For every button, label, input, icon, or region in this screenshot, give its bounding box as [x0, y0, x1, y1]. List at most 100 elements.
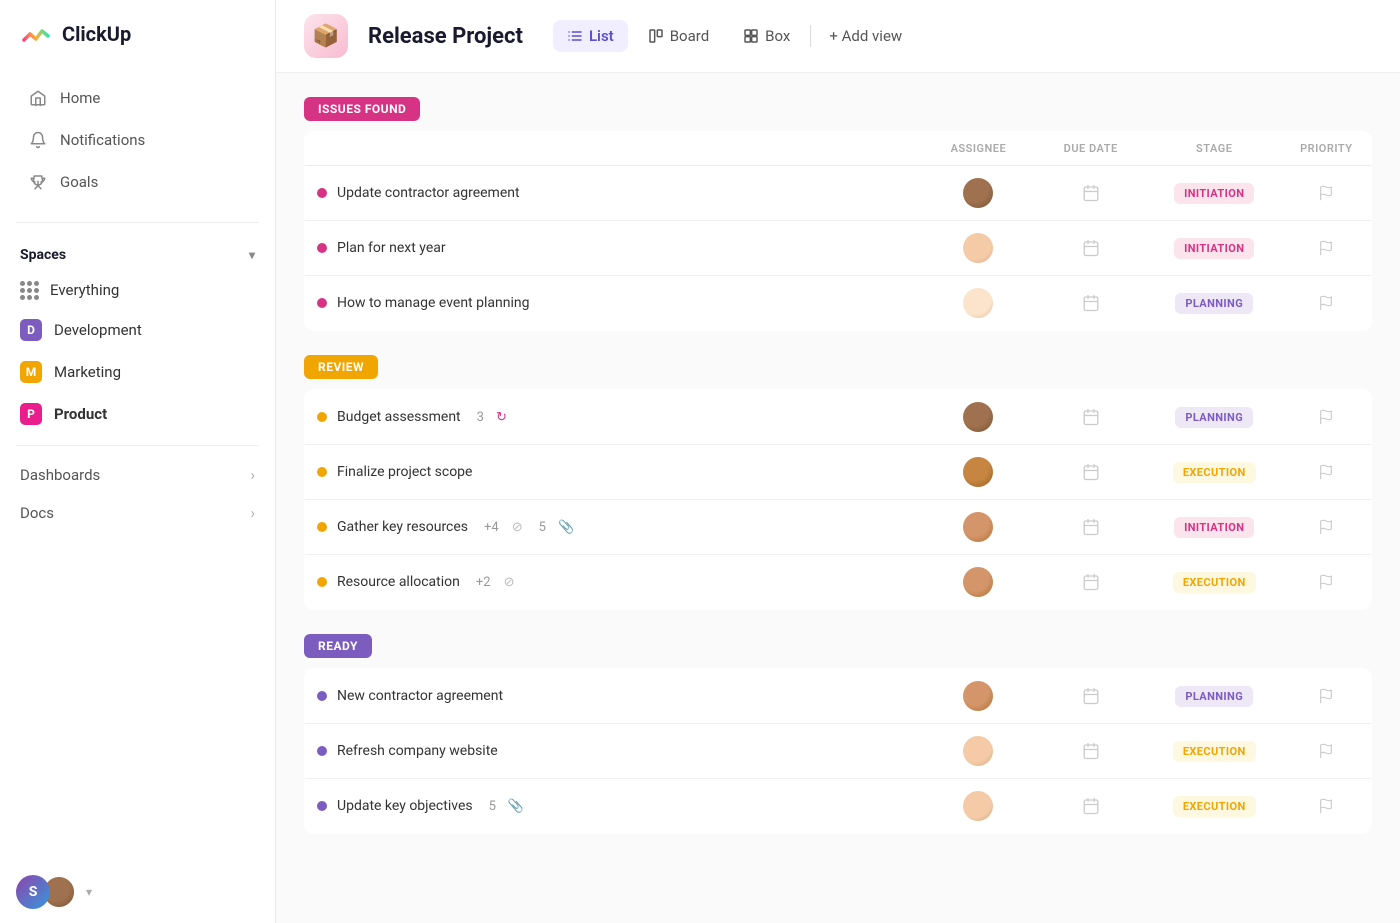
stage-cell: EXECUTION [1159, 572, 1270, 593]
task-extra-badge: +2 [476, 575, 491, 590]
task-attachment-icon2: 📎 [508, 799, 524, 814]
table-row[interactable]: Budget assessment 3 ↻ PLANNING [305, 390, 1372, 445]
task-dot [317, 243, 327, 253]
table-row[interactable]: New contractor agreement PLANNING [305, 669, 1372, 724]
table-row[interactable]: Resource allocation +2 ⊘ EXECUTION [305, 555, 1372, 610]
table-row[interactable]: Update key objectives 5 📎 EXECUTION [305, 779, 1372, 834]
group-ready-badge: READY [304, 634, 372, 658]
sidebar: ClickUp Home Notifications Goals Spaces … [0, 0, 276, 923]
task-dot [317, 467, 327, 477]
sidebar-item-home-label: Home [60, 89, 100, 107]
stage-cell: INITIATION [1159, 238, 1270, 259]
assignee-avatar [963, 681, 993, 711]
sidebar-nav: Home Notifications Goals [0, 68, 275, 212]
stage-cell: PLANNING [1159, 407, 1270, 428]
sidebar-item-notifications-label: Notifications [60, 131, 145, 149]
table-row[interactable]: Refresh company website EXECUTION [305, 724, 1372, 779]
table-row[interactable]: Gather key resources +4 ⊘ 5 📎 INITIATION [305, 500, 1372, 555]
assignee-avatar [963, 402, 993, 432]
flag-icon [1318, 409, 1334, 425]
table-row[interactable]: How to manage event planning PLANNING [305, 276, 1372, 331]
trophy-icon [28, 172, 48, 192]
flag-icon [1318, 519, 1334, 535]
sidebar-item-everything[interactable]: Everything [0, 272, 275, 308]
user-avatars[interactable]: S [16, 875, 76, 909]
tab-box[interactable]: Box [729, 20, 804, 52]
flag-icon [1318, 295, 1334, 311]
dashboards-arrow-icon: › [250, 466, 255, 484]
due-date-cell [1047, 687, 1135, 705]
assignee-cell [934, 567, 1022, 597]
task-name-cell: New contractor agreement [317, 688, 910, 704]
home-icon [28, 88, 48, 108]
sidebar-item-dashboards[interactable]: Dashboards › [0, 456, 275, 494]
stage-badge: EXECUTION [1173, 462, 1256, 483]
due-date-cell [1047, 518, 1135, 536]
task-name: Refresh company website [337, 743, 498, 759]
group-ready: READY New contractor agreement [304, 634, 1372, 834]
calendar-icon [1082, 463, 1100, 481]
sidebar-item-marketing[interactable]: M Marketing [0, 352, 275, 392]
spaces-chevron-icon[interactable]: ▾ [249, 248, 255, 262]
col-priority-header: PRIORITY [1282, 132, 1372, 166]
board-icon [648, 28, 664, 44]
task-name-cell: Resource allocation +2 ⊘ [317, 574, 910, 590]
task-attachment-icon: 📎 [558, 520, 574, 535]
table-row[interactable]: Finalize project scope EXECUTION [305, 445, 1372, 500]
sidebar-item-notifications[interactable]: Notifications [8, 120, 267, 160]
task-dot [317, 746, 327, 756]
assignee-cell [934, 178, 1022, 208]
sidebar-item-home[interactable]: Home [8, 78, 267, 118]
task-name: Update contractor agreement [337, 185, 520, 201]
tab-board[interactable]: Board [634, 20, 723, 52]
priority-cell [1294, 464, 1359, 480]
stage-badge: EXECUTION [1173, 741, 1256, 762]
stage-badge: PLANNING [1175, 686, 1253, 707]
task-name-cell: Budget assessment 3 ↻ [317, 409, 910, 425]
project-icon-emoji: 📦 [312, 24, 339, 49]
assignee-cell [934, 457, 1022, 487]
stage-badge: PLANNING [1175, 407, 1253, 428]
table-row[interactable]: Plan for next year INITIATION [305, 221, 1372, 276]
stage-badge: INITIATION [1174, 238, 1254, 259]
flag-icon [1318, 688, 1334, 704]
calendar-icon [1082, 742, 1100, 760]
sidebar-item-product[interactable]: P Product [0, 394, 275, 434]
review-table: Budget assessment 3 ↻ PLANNING [304, 389, 1372, 610]
box-icon [743, 28, 759, 44]
group-ready-header: READY [304, 634, 1372, 658]
due-date-cell [1047, 797, 1135, 815]
sidebar-item-docs[interactable]: Docs › [0, 494, 275, 532]
product-avatar: P [20, 403, 42, 425]
priority-cell [1294, 743, 1359, 759]
development-avatar: D [20, 319, 42, 341]
priority-cell [1294, 574, 1359, 590]
tab-list[interactable]: List [553, 20, 628, 52]
add-view-label: + Add view [829, 27, 902, 45]
table-row[interactable]: Update contractor agreement INITIATION [305, 166, 1372, 221]
task-extra-badge: +4 [484, 520, 499, 535]
tab-list-label: List [589, 27, 614, 45]
task-dot [317, 412, 327, 422]
sidebar-item-marketing-label: Marketing [54, 363, 121, 381]
logo-area[interactable]: ClickUp [0, 0, 275, 68]
priority-cell [1294, 240, 1359, 256]
sidebar-footer: S ▾ [0, 861, 275, 923]
priority-cell [1294, 688, 1359, 704]
sidebar-item-goals[interactable]: Goals [8, 162, 267, 202]
assignee-avatar [963, 178, 993, 208]
everything-grid-icon [20, 281, 38, 299]
task-dot [317, 188, 327, 198]
bell-icon [28, 130, 48, 150]
footer-caret-icon[interactable]: ▾ [86, 885, 92, 899]
col-stage-header: STAGE [1147, 132, 1282, 166]
task-list-content: ISSUES FOUND ASSIGNEE DUE DATE STAGE PRI… [276, 73, 1400, 923]
main-header: 📦 Release Project List Board Box + Add v… [276, 0, 1400, 73]
project-icon: 📦 [304, 14, 348, 58]
issues-table: ASSIGNEE DUE DATE STAGE PRIORITY Update … [304, 131, 1372, 331]
sidebar-item-development[interactable]: D Development [0, 310, 275, 350]
group-review-badge: REVIEW [304, 355, 378, 379]
nav-divider [16, 222, 259, 223]
tab-board-label: Board [670, 27, 709, 45]
add-view-button[interactable]: + Add view [817, 20, 914, 52]
